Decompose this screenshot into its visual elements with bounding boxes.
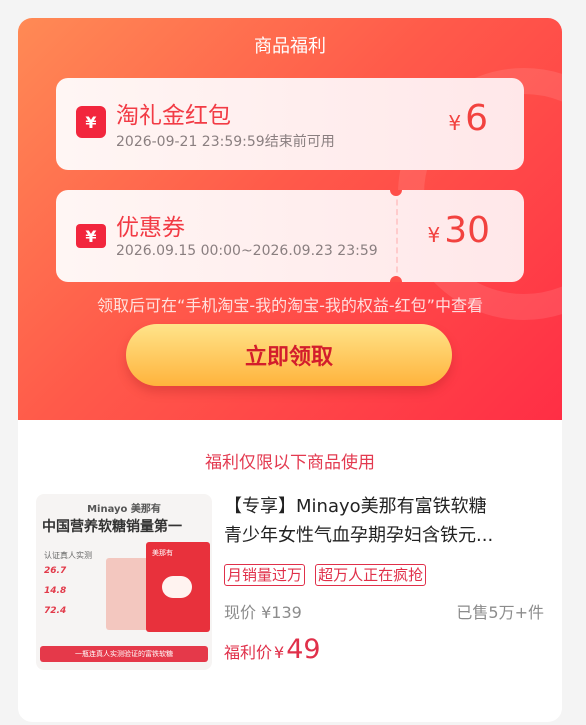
product-tags: 月销量过万 超万人正在疯抢 — [224, 564, 431, 586]
coupon-red-envelope[interactable]: ¥ 淘礼金红包 2026-09-21 23:59:59结束前可用 ¥6 — [56, 78, 524, 170]
welfare-card: 商品福利 ¥ 淘礼金红包 2026-09-21 23:59:59结束前可用 ¥6… — [18, 18, 562, 722]
product-title[interactable]: 【专享】Minayo美那有富铁软糖 青少年女性气血孕期孕妇含铁元... — [224, 492, 546, 550]
coupon-validity: 2026.09.15 00:00~2026.09.23 23:59 — [116, 243, 378, 259]
product-image-brand: Minayo 美那有 — [87, 504, 161, 515]
coupon-amount-value: 30 — [444, 210, 490, 251]
product-image-stat: 26.7 — [44, 566, 67, 576]
coupon-notch — [390, 190, 402, 196]
coupon-validity: 2026-09-21 23:59:59结束前可用 — [116, 134, 335, 150]
product-image-subtitle: 认证真人实测 — [44, 551, 92, 560]
red-envelope-icon: ¥ — [76, 106, 106, 138]
product-image-stat: 14.8 — [44, 586, 67, 596]
benefit-price-label: 福利价 — [224, 643, 273, 662]
product-image-headline: 中国营养软糖销量第一 — [42, 519, 182, 535]
product-image-banner: 一瓶连真人实测验证的富铁软糖 — [40, 646, 208, 662]
currency-symbol: ¥ — [427, 223, 441, 247]
product-tag: 月销量过万 — [224, 564, 306, 586]
current-price-label: 现价 — [224, 603, 257, 622]
sold-count: 已售5万+件 — [456, 603, 544, 622]
current-price-value: ¥139 — [261, 603, 302, 622]
product-box-red: 美那有 — [146, 542, 210, 632]
currency-symbol: ¥ — [448, 111, 462, 135]
claim-now-button[interactable]: 立即领取 — [126, 324, 452, 386]
coupon-amount: ¥30 — [427, 210, 490, 251]
product-box-label: 美那有 — [152, 549, 173, 557]
product-title-line: 青少年女性气血孕期孕妇含铁元... — [224, 525, 494, 546]
coupon-title: 优惠券 — [116, 215, 185, 241]
coupon-discount[interactable]: ¥ 优惠券 2026.09.15 00:00~2026.09.23 23:59 … — [56, 190, 524, 282]
coupon-title: 淘礼金红包 — [116, 103, 231, 129]
coupon-perforation — [396, 190, 398, 282]
benefit-price: 福利价 ¥49 — [224, 634, 321, 665]
product-image[interactable]: Minayo 美那有 中国营养软糖销量第一 认证真人实测 26.7 14.8 7… — [36, 494, 212, 670]
benefit-currency: ¥ — [274, 643, 285, 662]
coupon-ticket-icon: ¥ — [76, 224, 106, 248]
product-image-stat: 72.4 — [44, 606, 67, 616]
claim-hint-text: 领取后可在“手机淘宝-我的淘宝-我的权益-红包”中查看 — [97, 296, 483, 315]
product-title-line: 【专享】Minayo美那有富铁软糖 — [224, 496, 487, 517]
product-mascot — [162, 576, 192, 598]
coupon-amount: ¥6 — [448, 98, 488, 139]
section-title: 福利仅限以下商品使用 — [205, 453, 375, 473]
benefit-price-value: 49 — [286, 634, 321, 665]
coupon-amount-value: 6 — [465, 98, 488, 139]
benefits-header-panel: 商品福利 ¥ 淘礼金红包 2026-09-21 23:59:59结束前可用 ¥6… — [18, 18, 562, 420]
coupon-notch — [390, 276, 402, 282]
current-price: 现价 ¥139 — [224, 599, 302, 623]
page-title: 商品福利 — [254, 36, 326, 57]
product-tag: 超万人正在疯抢 — [315, 564, 427, 586]
